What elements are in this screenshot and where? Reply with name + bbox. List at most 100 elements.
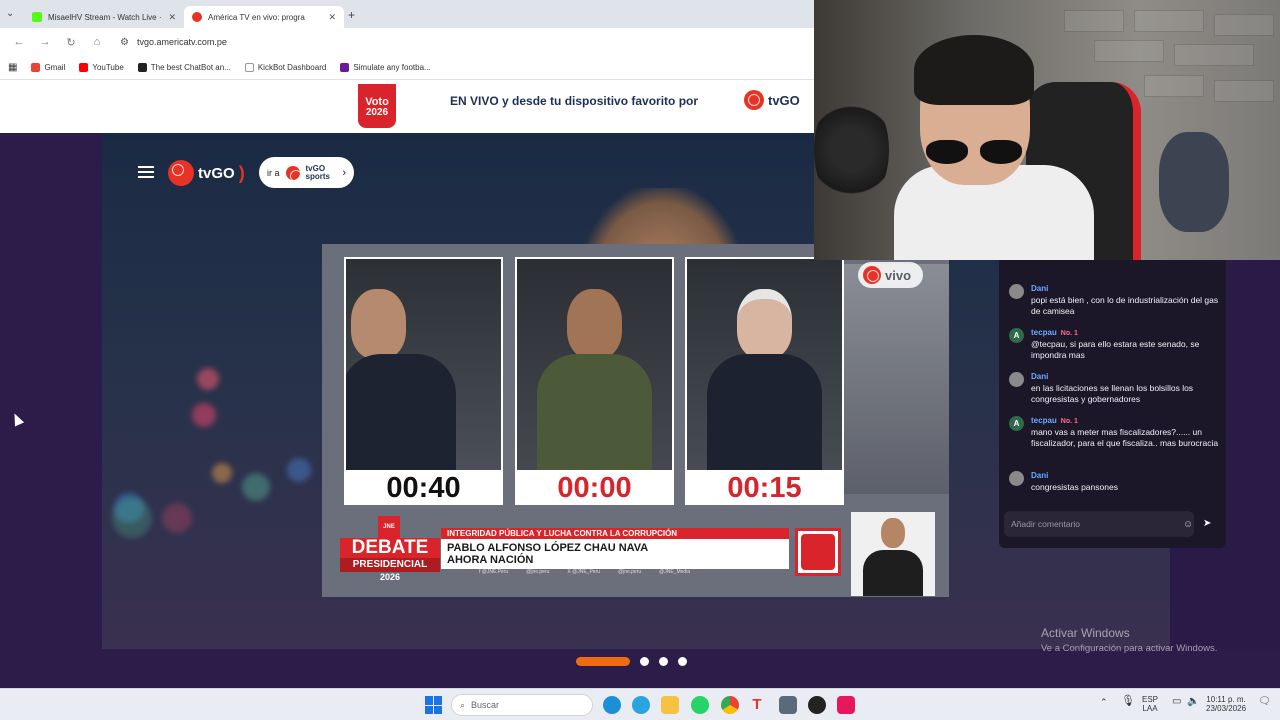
chat-text: popi está bien , con lo de industrializa… — [1031, 295, 1219, 316]
america-globe-icon — [168, 160, 194, 186]
page-background — [0, 133, 102, 688]
apps-grid-icon[interactable]: ▦ — [8, 62, 17, 73]
voto-2026-logo: Voto 2026 — [358, 84, 396, 128]
live-badge: vivo — [858, 262, 923, 288]
chat-comment-input[interactable]: Añadir comentario — [1004, 511, 1194, 537]
whatsapp-icon[interactable] — [691, 696, 709, 714]
user-avatar: A — [1009, 416, 1024, 431]
chat-username[interactable]: Dani — [1031, 471, 1048, 480]
hamburger-menu-icon[interactable] — [138, 163, 154, 181]
debate-video-player[interactable]: 00:40 00:00 00:15 vivo JNE DEBATE PRESID… — [322, 244, 949, 597]
windows-taskbar: ⌕ Buscar T ⌃ 🎙 ESP LAA ▭ 🔈 10:11 p. m. 2… — [0, 688, 1280, 720]
typora-icon[interactable]: T — [748, 696, 766, 714]
candidate-video-2 — [517, 259, 672, 470]
chat-username[interactable]: tecpau No. 1 — [1031, 328, 1078, 337]
bookmark-football[interactable]: Simulate any footba... — [340, 63, 431, 72]
network-icon[interactable]: ▭ — [1172, 697, 1181, 707]
site-info-icon[interactable]: ⚙ — [120, 37, 129, 48]
rank-badge: No. 1 — [1060, 330, 1078, 337]
banner-text: EN VIVO y desde tu dispositivo favorito … — [450, 94, 699, 108]
america-globe-icon — [285, 165, 302, 182]
forward-arrow-icon[interactable]: → — [38, 36, 52, 48]
clock[interactable]: 10:11 p. m. 23/03/2026 — [1206, 695, 1246, 713]
telegram-icon[interactable] — [632, 696, 650, 714]
candidate-name: PABLO ALFONSO LÓPEZ CHAU NAVA — [447, 542, 649, 554]
search-icon: ⌕ — [460, 699, 466, 710]
edge-icon[interactable] — [603, 696, 621, 714]
emoji-icon[interactable]: ☺ — [1183, 519, 1193, 530]
banner-tvgo-logo: tvGO — [744, 90, 800, 110]
america-globe-icon — [744, 90, 764, 110]
chat-text: congresistas pansones — [1031, 482, 1118, 492]
reload-icon[interactable]: ↻ — [64, 36, 78, 49]
bookmark-youtube[interactable]: YouTube — [79, 63, 124, 72]
streamer-hair — [914, 35, 1034, 105]
carousel-dot-active[interactable] — [576, 657, 630, 666]
calculator-icon[interactable] — [779, 696, 797, 714]
file-explorer-icon[interactable] — [661, 696, 679, 714]
windows-start-icon[interactable] — [425, 696, 443, 714]
obs-icon[interactable] — [808, 696, 826, 714]
bookmarks-bar: ▦ Gmail YouTube The best ChatBot an... K… — [0, 56, 815, 80]
sign-language-interpreter — [851, 512, 935, 596]
bookmark-chatbot[interactable]: The best ChatBot an... — [137, 63, 231, 72]
tab-search-icon[interactable]: ⌄ — [6, 8, 14, 19]
go-to-tvgo-sports-button[interactable]: ir a tvGO sports › — [259, 157, 354, 188]
sunglasses — [926, 140, 1024, 166]
tab-misaelhv-stream[interactable]: MisaelHV Stream - Watch Live · ✕ — [24, 6, 184, 28]
user-avatar: A — [1009, 328, 1024, 343]
speaking-timer-1: 00:40 — [386, 472, 461, 504]
tab-america-tv[interactable]: América TV en vivo: progra ✕ — [184, 6, 344, 28]
tab-label: América TV en vivo: progra — [208, 12, 305, 22]
microphone-icon[interactable]: 🎙 — [1121, 696, 1135, 707]
chevron-right-icon: › — [342, 166, 346, 179]
candidate-video-1 — [346, 259, 501, 470]
debate-topic: INTEGRIDAD PÚBLICA Y LUCHA CONTRA LA COR… — [441, 528, 789, 539]
live-chat-panel: Dani popi está bien , con lo de industri… — [999, 258, 1226, 548]
speaking-timer-3: 00:15 — [727, 472, 802, 504]
bookmark-gmail[interactable]: Gmail — [31, 63, 65, 72]
candidate-panel-1: 00:40 — [344, 257, 503, 505]
candidate-party: AHORA NACIÓN — [447, 554, 534, 566]
logo-paren-icon: ) — [238, 162, 245, 183]
gmail-icon — [31, 63, 41, 72]
chat-text: mano vas a meter mas fiscalizadores?....… — [1031, 427, 1219, 448]
chat-username[interactable]: tecpau No. 1 — [1031, 416, 1078, 425]
bookmark-kickbot[interactable]: KickBot Dashboard — [244, 63, 326, 72]
chrome-icon[interactable] — [721, 696, 739, 714]
candidate-name-box: PABLO ALFONSO LÓPEZ CHAU NAVA AHORA NACI… — [441, 539, 789, 569]
kickbot-icon — [244, 63, 254, 72]
address-bar: ← → ↻ ⌂ ⚙ tvgo.americatv.com.pe — [0, 28, 815, 56]
carousel-dot[interactable] — [640, 657, 649, 666]
tvgo-logo[interactable]: tvGO ) — [168, 160, 245, 186]
back-arrow-icon[interactable]: ← — [12, 36, 26, 48]
browser-tab-strip: ⌄ MisaelHV Stream - Watch Live · ✕ Améri… — [0, 0, 815, 28]
volume-icon[interactable]: 🔈 — [1187, 697, 1199, 707]
language-indicator[interactable]: ESP LAA — [1142, 695, 1158, 713]
rank-badge: No. 1 — [1060, 418, 1078, 425]
url-field[interactable]: tvgo.americatv.com.pe — [137, 37, 227, 47]
close-tab-icon[interactable]: ✕ — [328, 12, 336, 23]
notifications-icon[interactable]: 🗨 — [1258, 697, 1271, 707]
activate-windows-watermark: Activar Windows Ve a Configuración para … — [1041, 626, 1218, 654]
taskbar-search-input[interactable]: ⌕ Buscar — [451, 694, 593, 716]
new-tab-button[interactable]: + — [348, 8, 355, 22]
party-logo-icon — [795, 528, 841, 576]
chat-username[interactable]: Dani — [1031, 372, 1048, 381]
chatbot-icon — [137, 63, 147, 72]
youtube-icon — [79, 63, 89, 72]
carousel-dot[interactable] — [659, 657, 668, 666]
close-tab-icon[interactable]: ✕ — [168, 12, 176, 23]
carousel-dots — [576, 657, 687, 666]
speaking-timer-2: 00:00 — [557, 472, 632, 504]
tiktok-icon[interactable] — [837, 696, 855, 714]
user-avatar — [1009, 372, 1024, 387]
carousel-dot[interactable] — [678, 657, 687, 666]
america-favicon-icon — [192, 12, 202, 22]
chat-username[interactable]: Dani — [1031, 284, 1048, 293]
home-icon[interactable]: ⌂ — [90, 36, 104, 48]
send-icon[interactable]: ➤ — [1203, 518, 1211, 529]
tray-overflow-icon[interactable]: ⌃ — [1100, 698, 1108, 707]
user-avatar — [1009, 284, 1024, 299]
tab-label: MisaelHV Stream - Watch Live · — [48, 12, 162, 22]
